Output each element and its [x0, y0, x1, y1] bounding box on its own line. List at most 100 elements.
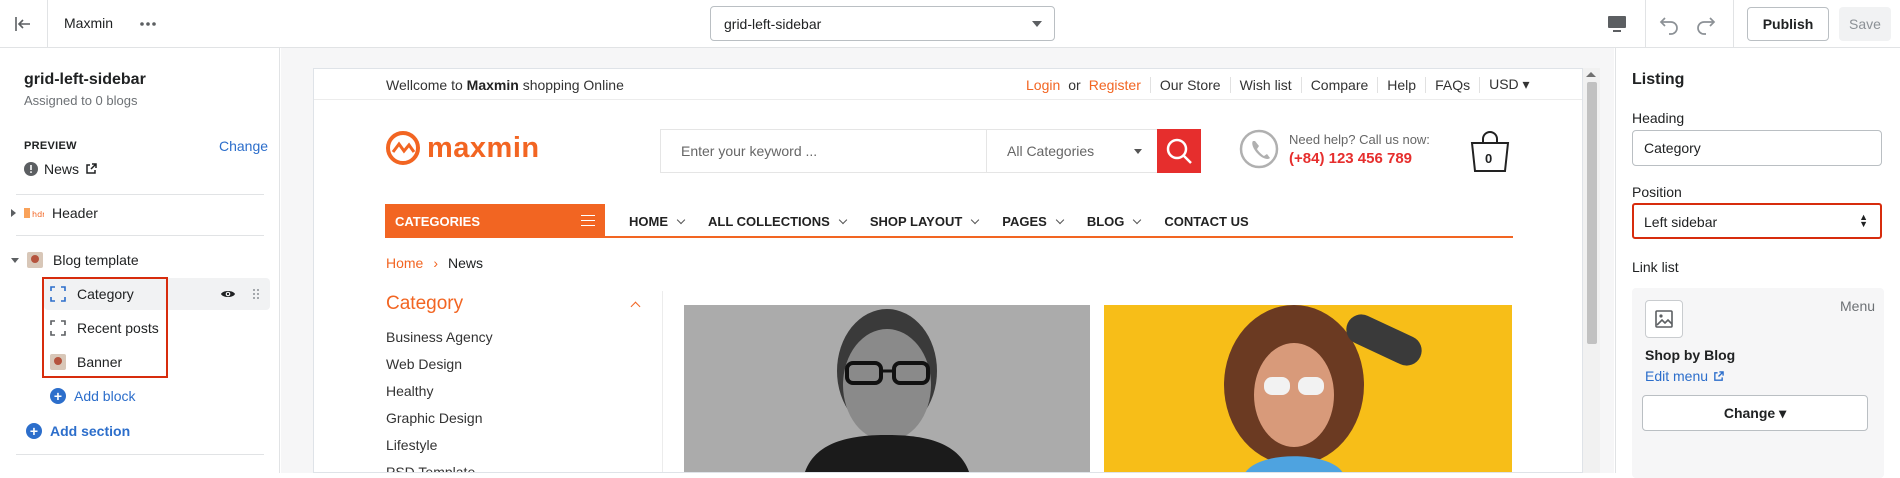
phone-icon	[1239, 129, 1279, 169]
welcome-suffix: shopping Online	[522, 77, 624, 93]
top-link-compare[interactable]: Compare	[1302, 77, 1378, 93]
cart-button[interactable]: 0	[1468, 131, 1512, 173]
template-select[interactable]: grid-left-sidebar	[710, 6, 1055, 41]
store-logo[interactable]: maxmin	[385, 130, 540, 166]
search-button[interactable]	[1157, 129, 1201, 173]
scroll-up-icon[interactable]	[1586, 72, 1596, 77]
store-nav: CATEGORIES HOME ALL COLLECTIONS SHOP LAY…	[385, 204, 1513, 238]
add-block-label: Add block	[74, 388, 136, 404]
storefront-preview[interactable]: Wellcome to Maxmin shopping Online Login…	[313, 68, 1583, 473]
divider	[1645, 0, 1646, 48]
main-menu: HOME ALL COLLECTIONS SHOP LAYOUT PAGES B…	[629, 214, 1273, 229]
help-phone: (+84) 123 456 789	[1289, 149, 1413, 167]
category-link[interactable]: PSD Template	[386, 464, 493, 472]
menu-item-label: CONTACT US	[1164, 214, 1249, 229]
add-section-button[interactable]: + Add section	[26, 423, 130, 439]
store-topbar: Wellcome to Maxmin shopping Online Login…	[314, 69, 1582, 100]
change-label: Change	[1723, 405, 1776, 421]
menu-item-blog[interactable]: BLOG	[1086, 214, 1142, 229]
chevron-up-icon[interactable]	[630, 301, 641, 312]
top-link-wish-list[interactable]: Wish list	[1231, 77, 1301, 93]
divider	[16, 454, 264, 455]
menu-item-label: BLOG	[1086, 214, 1125, 229]
category-link[interactable]: Web Design	[386, 356, 493, 383]
currency-value: USD	[1489, 76, 1519, 92]
chevron-right-icon	[11, 209, 16, 217]
eye-icon[interactable]	[220, 288, 236, 300]
menu-item-shop-layout[interactable]: SHOP LAYOUT	[870, 214, 980, 229]
login-link[interactable]: Login	[1017, 77, 1064, 93]
menu-item-pages[interactable]: PAGES	[1002, 214, 1065, 229]
publish-button[interactable]: Publish	[1747, 7, 1829, 41]
welcome-text: Wellcome to Maxmin shopping Online	[386, 77, 624, 93]
save-button[interactable]: Save	[1839, 7, 1891, 41]
add-section-label: Add section	[50, 423, 131, 439]
categories-menu-button[interactable]: CATEGORIES	[385, 204, 605, 238]
top-link-help[interactable]: Help	[1378, 77, 1425, 93]
menu-item-contact-us[interactable]: CONTACT US	[1164, 214, 1248, 229]
position-select[interactable]: Left sidebar ▲ ▼	[1632, 203, 1882, 239]
breadcrumb-home[interactable]: Home	[386, 255, 423, 271]
info-icon	[24, 162, 38, 176]
blog-post-image[interactable]	[1104, 305, 1512, 472]
more-actions-icon[interactable]	[138, 14, 158, 34]
menu-item-all-collections[interactable]: ALL COLLECTIONS	[708, 214, 848, 229]
chevron-down-icon	[1133, 215, 1142, 224]
template-title: grid-left-sidebar	[24, 71, 146, 88]
sections-sidebar: grid-left-sidebar Assigned to 0 blogs PR…	[0, 48, 280, 473]
store-search: Enter your keyword ... All Categories	[660, 129, 1201, 173]
chevron-down-icon	[1032, 21, 1042, 27]
assigned-text: Assigned to 0 blogs	[24, 93, 138, 108]
section-blog-template[interactable]: Blog template	[0, 244, 279, 276]
top-link-faqs[interactable]: FAQs	[1426, 77, 1479, 93]
category-list: Business Agency Web Design Healthy Graph…	[386, 329, 493, 472]
change-preview-link[interactable]: Change	[219, 138, 268, 154]
maxmin-logo-icon	[386, 131, 420, 165]
heading-label: Heading	[1632, 110, 1685, 126]
category-select[interactable]: All Categories	[986, 130, 1156, 172]
change-link-list-button[interactable]: Change ▾	[1642, 395, 1868, 431]
exit-icon[interactable]	[13, 14, 33, 34]
menu-item-home[interactable]: HOME	[629, 214, 686, 229]
preview-page[interactable]: News	[24, 161, 97, 177]
help-contact: Need help? Call us now: (+84) 123 456 78…	[1239, 129, 1430, 169]
blog-post-image[interactable]	[684, 305, 1090, 472]
scrollbar-thumb[interactable]	[1587, 82, 1597, 344]
chevron-down-icon	[1134, 149, 1142, 154]
edit-menu-label: Edit menu	[1645, 368, 1709, 384]
chevron-down-icon	[971, 215, 980, 224]
register-link[interactable]: Register	[1085, 77, 1150, 93]
desktop-view-icon[interactable]	[1605, 12, 1629, 36]
undo-icon[interactable]	[1657, 12, 1681, 36]
categories-label: CATEGORIES	[395, 214, 480, 229]
category-link[interactable]: Graphic Design	[386, 410, 493, 437]
preview-page-name: News	[44, 161, 80, 177]
panel-title: Listing	[1632, 71, 1685, 88]
menu-tag: Menu	[1840, 298, 1876, 314]
add-block-button[interactable]: + Add block	[50, 388, 135, 404]
breadcrumb: Home › News	[386, 255, 483, 271]
heading-input[interactable]: Category	[1632, 130, 1882, 166]
drag-handle-icon[interactable]	[252, 288, 260, 300]
search-input[interactable]: Enter your keyword ...	[681, 143, 817, 159]
highlight-box	[42, 277, 168, 378]
category-link[interactable]: Lifestyle	[386, 437, 493, 464]
position-select-value: Left sidebar	[1644, 214, 1718, 230]
edit-menu-link[interactable]: Edit menu	[1645, 368, 1724, 384]
man-portrait-image	[805, 309, 969, 472]
hamburger-icon	[581, 215, 595, 226]
category-link[interactable]: Healthy	[386, 383, 493, 410]
category-heading: Category	[386, 293, 464, 314]
blog-template-icon	[27, 252, 43, 268]
currency-select[interactable]: USD ▾	[1480, 76, 1538, 93]
section-header[interactable]: hdr Header	[0, 197, 279, 229]
chevron-down-icon	[676, 215, 686, 224]
divider	[16, 194, 264, 195]
section-label: Blog template	[53, 252, 139, 268]
woman-skateboard-image	[1224, 305, 1422, 472]
category-select-value: All Categories	[1007, 143, 1095, 159]
category-link[interactable]: Business Agency	[386, 329, 493, 356]
section-label: Header	[52, 205, 98, 221]
redo-icon[interactable]	[1694, 12, 1718, 36]
top-link-our-store[interactable]: Our Store	[1151, 77, 1230, 93]
